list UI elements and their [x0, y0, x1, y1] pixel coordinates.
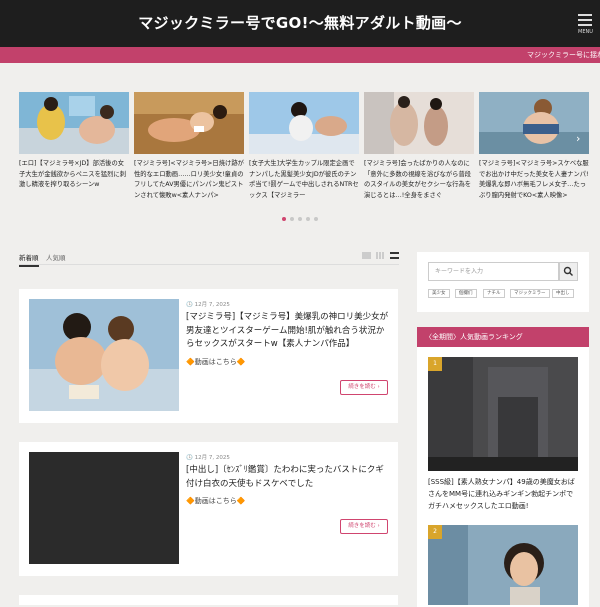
slide-caption[interactable]: [マジミラ号]<マジミラ号>日焼け跡が性的なエロ動画……ロリ美少女!童貞のフリし…: [134, 159, 244, 201]
ranking-image: [428, 525, 578, 605]
sort-tabs: 新着順 人気順: [19, 252, 399, 267]
featured-carousel: [エロ]【マジミラ号×JD】部活後の女子大生が金銭欲からペニスを猛烈に刺激し精液…: [0, 92, 600, 222]
ranking-title: 〈全期間〉人気動画ランキング: [417, 327, 589, 347]
ranking-item[interactable]: 2: [428, 525, 579, 605]
rank-badge: 1: [428, 357, 442, 371]
read-more-button[interactable]: 続きを読む ›: [340, 380, 388, 395]
slide-thumbnail[interactable]: [364, 92, 474, 154]
news-ticker[interactable]: マジックミラー号に揺れる: [0, 47, 600, 63]
slide-caption[interactable]: [エロ]【マジミラ号×JD】部活後の女子大生が金銭欲からペニスを猛烈に刺激し精液…: [19, 159, 129, 201]
list-view-icon[interactable]: [362, 252, 371, 259]
search-input[interactable]: キーワードを入力: [428, 262, 559, 281]
ranking-thumbnail[interactable]: 2: [428, 525, 578, 605]
tag-link[interactable]: ナチル: [483, 289, 505, 298]
post-card: 🕓 12月 7, 2025 [マジミラ号]【マジミラ号】美爆乳の神ロリ美少女が男…: [19, 289, 398, 423]
post-video-link[interactable]: 🔶動画はこちら🔶: [186, 357, 245, 367]
carousel-dot[interactable]: [306, 217, 310, 221]
post-video-link[interactable]: 🔶動画はこちら🔶: [186, 496, 245, 506]
rank-badge: 2: [428, 525, 442, 539]
slide-image: [249, 92, 359, 154]
carousel-dots: [0, 217, 600, 221]
carousel-dot[interactable]: [290, 217, 294, 221]
post-image: [29, 299, 179, 411]
post-date: 🕓 12月 7, 2025: [186, 455, 230, 461]
slide-image: [134, 92, 244, 154]
slide-image: [19, 92, 129, 154]
carousel-dot[interactable]: [298, 217, 302, 221]
search-icon: [563, 266, 573, 276]
slide-thumbnail[interactable]: [249, 92, 359, 154]
slide-caption[interactable]: [マジミラ号]会ったばかりの人なのに「意外に多数の視線を浴びながら普段のスタイル…: [364, 159, 474, 201]
search-button[interactable]: [559, 262, 578, 281]
carousel-dot[interactable]: [314, 217, 318, 221]
tab-popular[interactable]: 人気順: [46, 252, 66, 262]
post-title[interactable]: [マジミラ号]【マジミラ号】美爆乳の神ロリ美少女が男友達とツイスターゲーム開始!…: [186, 311, 392, 352]
carousel-slide[interactable]: [女子大生]大学生カップル限定企画でナンパした黒髪美少女JDが彼氏のチンポ当て!…: [249, 92, 359, 201]
post-date: 🕓 12月 7, 2025: [186, 302, 230, 308]
slide-caption[interactable]: [女子大生]大学生カップル限定企画でナンパした黒髪美少女JDが彼氏のチンポ当て!…: [249, 159, 359, 201]
carousel-next-icon[interactable]: ›: [576, 132, 580, 145]
ranking-thumbnail[interactable]: 1: [428, 357, 578, 471]
slide-thumbnail[interactable]: [134, 92, 244, 154]
post-title[interactable]: [中出し]〔ｾﾝｽﾞﾘ鑑賞〕たわわに実ったバストにクギ付け白衣の天使もドスケベで…: [186, 464, 392, 491]
read-more-button[interactable]: 続きを読む ›: [340, 519, 388, 534]
grid-view-icon[interactable]: [376, 252, 385, 259]
slide-thumbnail[interactable]: [19, 92, 129, 154]
tag-link[interactable]: マジックミラー: [510, 289, 550, 298]
post-thumbnail[interactable]: [29, 452, 179, 564]
tag-link[interactable]: 個撮们: [455, 289, 477, 298]
ticker-text: マジックミラー号に揺れる: [527, 51, 600, 59]
post-card: [19, 595, 398, 605]
ranking-item[interactable]: 1 [SSS級]【素人熟女ナンパ】49歳の美魔女おばさんをMM号に連れ込みギンギ…: [428, 357, 579, 517]
tag-link[interactable]: 美少女: [428, 289, 450, 298]
ranking-image: [428, 357, 578, 471]
slide-image: [364, 92, 474, 154]
carousel-slide[interactable]: [マジミラ号]<マジミラ号>日焼け跡が性的なエロ動画……ロリ美少女!童貞のフリし…: [134, 92, 244, 201]
post-thumbnail[interactable]: [29, 299, 179, 411]
menu-button[interactable]: MENU: [578, 14, 593, 35]
carousel-slide[interactable]: [エロ]【マジミラ号×JD】部活後の女子大生が金銭欲からペニスを猛烈に刺激し精液…: [19, 92, 129, 201]
site-title[interactable]: マジックミラー号でGO!〜無料アダルト動画〜: [0, 12, 600, 33]
tab-new[interactable]: 新着順: [19, 252, 39, 267]
post-card: 🕓 12月 7, 2025 [中出し]〔ｾﾝｽﾞﾘ鑑賞〕たわわに実ったバストにク…: [19, 442, 398, 576]
tag-link[interactable]: 中出し: [552, 289, 574, 298]
ranking-caption[interactable]: [SSS級]【素人熟女ナンパ】49歳の美魔女おばさんをMM号に連れ込みギンギン勃…: [428, 476, 578, 512]
site-header: マジックミラー号でGO!〜無料アダルト動画〜 MENU: [0, 0, 600, 47]
menu-label: MENU: [578, 29, 593, 35]
slide-image: [479, 92, 589, 154]
carousel-slide[interactable]: [マジミラ号]<マジミラ号>スケベな服でお出かけ中だった美女を人妻ナンパ!美爆乳…: [479, 92, 589, 201]
hamburger-icon: [578, 14, 592, 26]
slide-caption[interactable]: [マジミラ号]<マジミラ号>スケベな服でお出かけ中だった美女を人妻ナンパ!美爆乳…: [479, 159, 589, 201]
carousel-dot[interactable]: [282, 217, 286, 221]
carousel-slide[interactable]: [マジミラ号]会ったばかりの人なのに「意外に多数の視線を浴びながら普段のスタイル…: [364, 92, 474, 201]
card-view-icon[interactable]: [390, 252, 399, 259]
slide-thumbnail[interactable]: [479, 92, 589, 154]
